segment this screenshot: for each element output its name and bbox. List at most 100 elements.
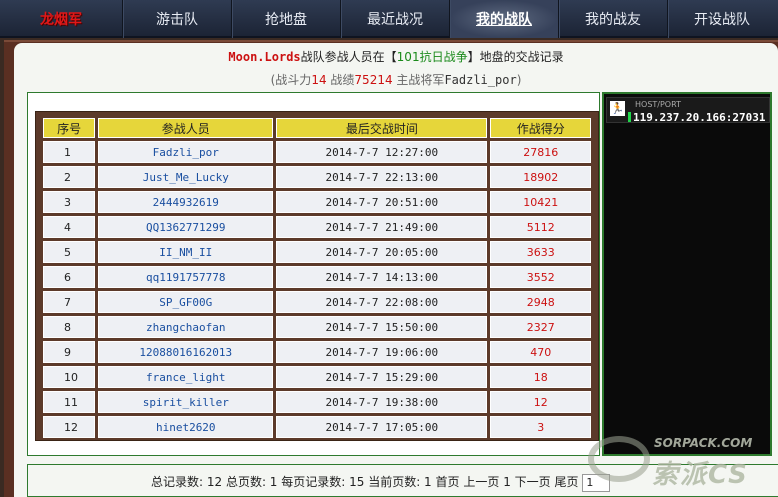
stats-leader-label: 主战将军 [392, 73, 445, 87]
cell-index: 5 [43, 241, 96, 263]
cell-time: 2014-7-7 22:13:00 [276, 166, 488, 188]
cell-time: 2014-7-7 12:27:00 [276, 141, 488, 163]
cell-time: 2014-7-7 20:05:00 [276, 241, 488, 263]
cell-player[interactable]: 12088016162013 [98, 341, 274, 363]
tab-my-comrades[interactable]: 我的战友 [558, 0, 667, 38]
cell-index: 1 [43, 141, 96, 163]
tab-grab-territory[interactable]: 抢地盘 [231, 0, 340, 38]
col-index: 序号 [43, 118, 96, 138]
cell-time: 2014-7-7 14:13:00 [276, 266, 488, 288]
records-table: 序号 参战人员 最后交战时间 作战得分 1 Fadzli_por 2014-7-7 … [40, 115, 594, 441]
cell-player[interactable]: zhangchaofan [98, 316, 274, 338]
cell-player[interactable]: Just_Me_Lucky [98, 166, 274, 188]
page-title: Moon.Lords战队参战人员在【101抗日战争】地盘的交战记录 [14, 48, 778, 65]
cell-player[interactable]: QQ1362771299 [98, 216, 274, 238]
watermark-line2: 索派CS [652, 460, 749, 490]
server-label: HOST/PORT [635, 100, 681, 109]
team-power: 14 [311, 73, 327, 87]
cell-index: 11 [43, 391, 96, 413]
table-row: 7 SP_GF00G 2014-7-7 22:08:00 2948 [43, 291, 591, 313]
cell-index: 8 [43, 316, 96, 338]
cell-time: 2014-7-7 19:06:00 [276, 341, 488, 363]
map-name: 101抗日战争 [396, 50, 468, 64]
col-last-battle-time: 最后交战时间 [276, 118, 488, 138]
table-row: 6 qq1191757778 2014-7-7 14:13:00 3552 [43, 266, 591, 288]
col-score: 作战得分 [490, 118, 591, 138]
watermark: SORPACK.COM 索派CS [588, 432, 774, 492]
cell-score: 18 [490, 366, 591, 388]
cell-score: 3 [490, 416, 591, 438]
cell-score: 12 [490, 391, 591, 413]
cell-index: 7 [43, 291, 96, 313]
table-row: 4 QQ1362771299 2014-7-7 21:49:00 5112 [43, 216, 591, 238]
server-address[interactable]: 119.237.20.166:27031 [633, 111, 765, 124]
cell-player[interactable]: spirit_killer [98, 391, 274, 413]
team-leader: Fadzli_por [444, 73, 517, 87]
cell-index: 10 [43, 366, 96, 388]
signal-bar [628, 112, 631, 122]
cell-time: 2014-7-7 15:29:00 [276, 366, 488, 388]
team-stats: (战斗力14 战绩75214 主战将军Fadzli_por) [14, 71, 778, 88]
table-row: 3 2444932619 2014-7-7 20:51:00 10421 [43, 191, 591, 213]
tab-guerrilla[interactable]: 游击队 [122, 0, 231, 38]
cell-time: 2014-7-7 21:49:00 [276, 216, 488, 238]
table-row: 12 hinet2620 2014-7-7 17:05:00 3 [43, 416, 591, 438]
server-header: 🏃 HOST/PORT 119.237.20.166:27031 [606, 97, 770, 124]
stats-score-label: 战绩 [326, 73, 355, 87]
cell-player[interactable]: SP_GF00G [98, 291, 274, 313]
cell-index: 12 [43, 416, 96, 438]
cell-score: 5112 [490, 216, 591, 238]
tab-recent-battles[interactable]: 最近战况 [340, 0, 449, 38]
cell-score: 10421 [490, 191, 591, 213]
title-end: 】地盘的交战记录 [467, 50, 564, 64]
stats-open: (战斗力 [270, 73, 312, 87]
next-page-link[interactable]: 下一页 [515, 475, 551, 489]
first-page-link[interactable]: 首页 [436, 475, 460, 489]
table-row: 11 spirit_killer 2014-7-7 19:38:00 12 [43, 391, 591, 413]
cell-score: 18902 [490, 166, 591, 188]
cell-index: 6 [43, 266, 96, 288]
cell-score: 470 [490, 341, 591, 363]
title-mid: 战队参战人员在【 [300, 50, 397, 64]
pagination: 总记录数: 12 总页数: 1 每页记录数: 15 当前页数: 1 首页 上一页… [151, 473, 611, 492]
watermark-logo-icon [588, 436, 650, 482]
server-panel: 🏃 HOST/PORT 119.237.20.166:27031 [602, 92, 772, 456]
pagination-summary: 总记录数: 12 总页数: 1 每页记录数: 15 当前页数: 1 [151, 475, 432, 489]
table-row: 5 II_NM_II 2014-7-7 20:05:00 3633 [43, 241, 591, 263]
stats-close: ) [516, 73, 522, 87]
col-player: 参战人员 [98, 118, 274, 138]
watermark-line1: SORPACK.COM [654, 436, 753, 450]
cell-player[interactable]: II_NM_II [98, 241, 274, 263]
cell-time: 2014-7-7 15:50:00 [276, 316, 488, 338]
records-table-frame: 序号 参战人员 最后交战时间 作战得分 1 Fadzli_por 2014-7-7 … [35, 111, 599, 441]
team-score: 75214 [354, 73, 393, 87]
cell-index: 9 [43, 341, 96, 363]
page-number: 1 [499, 475, 515, 489]
cell-score: 2327 [490, 316, 591, 338]
table-row: 10 france_light 2014-7-7 15:29:00 18 [43, 366, 591, 388]
cell-index: 4 [43, 216, 96, 238]
table-row: 8 zhangchaofan 2014-7-7 15:50:00 2327 [43, 316, 591, 338]
top-nav: 龙烟军 游击队 抢地盘 最近战况 我的战队 我的战友 开设战队 [0, 0, 778, 38]
cell-score: 3633 [490, 241, 591, 263]
cell-index: 3 [43, 191, 96, 213]
cell-player[interactable]: Fadzli_por [98, 141, 274, 163]
running-man-icon: 🏃 [610, 101, 625, 116]
cell-time: 2014-7-7 17:05:00 [276, 416, 488, 438]
team-name: Moon.Lords [228, 50, 301, 64]
cell-score: 2948 [490, 291, 591, 313]
last-page-link[interactable]: 尾页 [554, 475, 578, 489]
cell-player[interactable]: france_light [98, 366, 274, 388]
prev-page-link[interactable]: 上一页 [463, 475, 499, 489]
cell-player[interactable]: 2444932619 [98, 191, 274, 213]
cell-score: 27816 [490, 141, 591, 163]
tab-my-team[interactable]: 我的战队 [449, 0, 558, 38]
cell-time: 2014-7-7 20:51:00 [276, 191, 488, 213]
logo[interactable]: 龙烟军 [0, 0, 122, 38]
tab-create-team[interactable]: 开设战队 [667, 0, 776, 38]
cell-time: 2014-7-7 19:38:00 [276, 391, 488, 413]
cell-player[interactable]: hinet2620 [98, 416, 274, 438]
cell-index: 2 [43, 166, 96, 188]
table-row: 9 12088016162013 2014-7-7 19:06:00 470 [43, 341, 591, 363]
cell-player[interactable]: qq1191757778 [98, 266, 274, 288]
